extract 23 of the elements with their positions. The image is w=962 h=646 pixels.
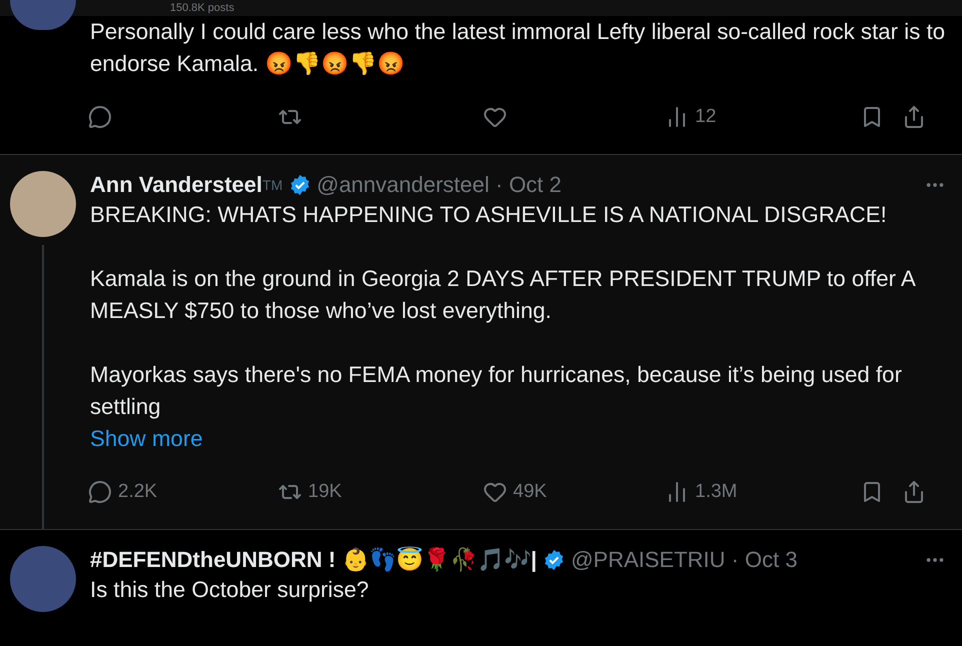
heart-icon bbox=[483, 105, 507, 129]
handle-and-date: @annvandersteel · Oct 2 bbox=[316, 172, 563, 198]
views-button[interactable]: 12 bbox=[665, 105, 860, 129]
display-name[interactable]: #DEFENDtheUNBORN ! 👶👣😇🌹🥀🎵🎶| bbox=[90, 547, 537, 573]
display-name[interactable]: Ann Vandersteel bbox=[90, 172, 262, 198]
views-button[interactable]: 1.3M bbox=[665, 480, 860, 504]
post-text: BREAKING: WHATS HAPPENING TO ASHEVILLE IS A NATIONAL DISGRACE! bbox=[90, 201, 888, 229]
reply-icon bbox=[88, 480, 112, 504]
post-text: Is this the October surprise? bbox=[90, 576, 370, 604]
post-count: 150.8K posts bbox=[170, 2, 234, 14]
post-text: Mayorkas says there's no FEMA money for hurricanes, because it’s being used for settling bbox=[90, 361, 903, 421]
post-text: Kamala is on the ground in Georgia 2 DAYS AFTER PRESIDENT TRUMP to offer A MEASLY $750 to those who’ve lost everything. bbox=[90, 265, 916, 325]
reply-button[interactable]: 2.2K bbox=[88, 480, 278, 504]
share-icon[interactable] bbox=[902, 105, 926, 129]
like-button[interactable]: 49K bbox=[483, 480, 665, 504]
heart-icon bbox=[483, 480, 507, 504]
post-text: Personally I could care less who the latest immoral Lefty liberal so-called rock star is to endorse Kamala. 😡👎😡👎😡 bbox=[90, 18, 946, 78]
share-icon[interactable] bbox=[902, 480, 926, 504]
show-more-link[interactable]: Show more bbox=[90, 426, 203, 451]
reply-icon bbox=[88, 105, 112, 129]
name-suffix: TM bbox=[262, 177, 283, 193]
handle-and-date: @PRAISETRIU · Oct 3 bbox=[570, 547, 798, 573]
repost-button[interactable]: 19K bbox=[278, 480, 483, 504]
